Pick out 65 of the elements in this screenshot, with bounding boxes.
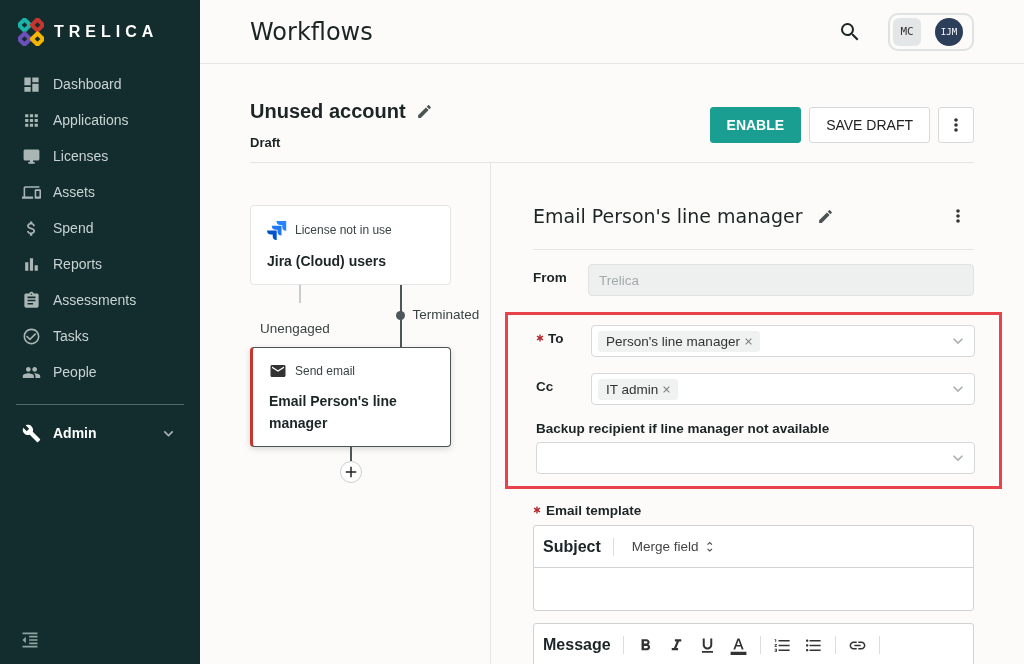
dashboard-icon xyxy=(22,74,41,94)
account-switcher[interactable]: MC IJM xyxy=(888,12,974,51)
node-type: License not in use xyxy=(295,223,392,237)
field-label: Cc xyxy=(536,379,554,394)
recipient-select[interactable]: Person's line manager xyxy=(591,325,975,357)
nav-item[interactable]: People xyxy=(0,354,200,390)
message-label: Message xyxy=(543,636,611,654)
nav-label: Dashboard xyxy=(53,76,122,92)
recipient-select[interactable]: IT admin xyxy=(591,373,975,405)
nav-label: Assets xyxy=(53,184,95,200)
node-type: Send email xyxy=(295,364,356,378)
subject-editor[interactable]: Subject Merge field xyxy=(533,525,974,611)
nav-item[interactable]: Reports xyxy=(0,246,200,282)
wrench-icon xyxy=(22,423,41,443)
merge-field-select[interactable]: Merge field xyxy=(625,539,717,554)
jira-logo-icon xyxy=(267,220,287,240)
nav-item[interactable]: Spend xyxy=(0,210,200,246)
nav-item[interactable]: Assessments xyxy=(0,282,200,318)
node-title: Jira (Cloud) users xyxy=(267,252,388,271)
edit-icon[interactable] xyxy=(415,103,433,120)
nav-item[interactable]: Admin xyxy=(0,415,200,451)
text-color-icon[interactable] xyxy=(728,635,748,655)
workflow-name: Unused account xyxy=(250,100,406,123)
message-editor[interactable]: Message xyxy=(533,623,974,664)
nav-label: Licenses xyxy=(53,148,109,164)
nav-label: Spend xyxy=(53,220,94,236)
edit-icon[interactable] xyxy=(816,207,834,225)
branch-label: Terminated xyxy=(412,307,480,322)
more-options-icon xyxy=(954,118,958,132)
trigger-node[interactable]: License not in use Jira (Cloud) users xyxy=(250,205,451,285)
page-title: Workflows xyxy=(250,17,374,46)
node-title: Email Person's line manager xyxy=(269,392,398,433)
save-draft-button[interactable]: SAVE DRAFT xyxy=(809,107,930,143)
email-action-node[interactable]: Send email Email Person's line manager xyxy=(250,347,451,447)
envelope-icon xyxy=(269,362,287,380)
nav-item[interactable]: Assets xyxy=(0,174,200,210)
add-step-button[interactable] xyxy=(339,461,362,483)
nav-label: Tasks xyxy=(53,328,89,344)
nav-item[interactable]: Licenses xyxy=(0,138,200,174)
subject-label: Subject xyxy=(543,537,601,556)
recipient-tag[interactable]: Person's line manager xyxy=(598,330,760,352)
field-label: To xyxy=(548,331,564,346)
branch-dot xyxy=(396,311,406,320)
nav-label: Applications xyxy=(53,112,129,128)
field-label: From xyxy=(533,269,568,285)
nav-label: Reports xyxy=(53,256,103,272)
recipient-tag[interactable]: IT admin xyxy=(598,378,679,400)
field-label: Backup recipient if line manager not available xyxy=(536,421,831,436)
nav-item[interactable]: Applications xyxy=(0,102,200,138)
clipboard-icon xyxy=(22,290,41,310)
avatar-circle[interactable]: IJM xyxy=(935,17,963,46)
avatar-initials[interactable]: MC xyxy=(893,17,921,46)
brand-name: TRELICA xyxy=(54,23,159,41)
nav-label: People xyxy=(53,364,97,380)
more-options-button[interactable] xyxy=(956,209,960,223)
more-options-icon xyxy=(956,209,960,223)
panel-title: Email Person's line manager xyxy=(533,205,803,227)
nav-label: Assessments xyxy=(53,292,137,308)
field-label: Email template xyxy=(546,503,642,518)
monitor-icon xyxy=(22,146,41,166)
branch-label: Unengaged xyxy=(260,321,330,336)
nav-item[interactable]: Dashboard xyxy=(0,66,200,102)
nav-item[interactable]: Tasks xyxy=(0,318,200,354)
logo-icon xyxy=(18,18,44,46)
workflow-status: Draft xyxy=(250,135,282,150)
